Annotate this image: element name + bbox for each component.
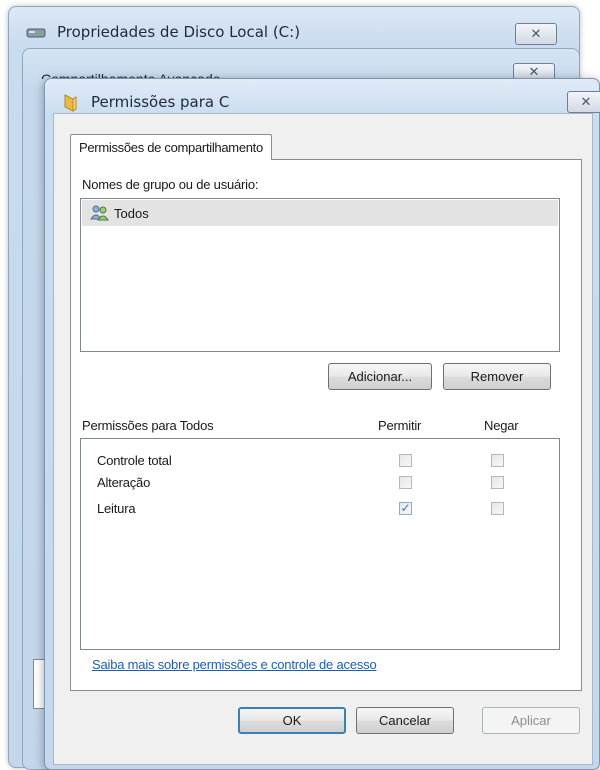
users-icon — [90, 205, 109, 221]
dialog-title: Permissões para C — [91, 93, 230, 111]
group-name: Todos — [114, 205, 149, 221]
disk-properties-title: Propriedades de Disco Local (C:) — [57, 23, 301, 41]
disk-properties-icon — [26, 28, 46, 38]
disk-properties-close-button[interactable]: ✕ — [515, 23, 557, 45]
permissions-dialog: Permissões para C ✕ Permissões de compar… — [44, 78, 600, 770]
deny-checkbox-read[interactable] — [491, 502, 504, 515]
permission-row: Alteração — [81, 471, 559, 495]
remove-button[interactable]: Remover — [443, 363, 551, 390]
permissions-for-label: Permissões para Todos — [82, 418, 214, 433]
allow-checkbox-full-control[interactable] — [399, 454, 412, 467]
folder-icon — [64, 94, 77, 112]
ok-button[interactable]: OK — [238, 707, 346, 734]
cancel-button[interactable]: Cancelar — [356, 707, 454, 734]
close-icon: ✕ — [580, 94, 592, 109]
allow-checkbox-read[interactable]: ✓ — [399, 502, 412, 515]
close-icon: ✕ — [530, 26, 542, 41]
deny-checkbox-full-control[interactable] — [491, 454, 504, 467]
allow-checkbox-change[interactable] — [399, 476, 412, 489]
apply-button[interactable]: Aplicar — [482, 707, 580, 734]
permission-name: Controle total — [97, 453, 172, 468]
deny-checkbox-change[interactable] — [491, 476, 504, 489]
list-item-todos[interactable]: Todos — [82, 200, 558, 226]
checkmark-icon: ✓ — [400, 501, 411, 515]
permission-name: Leitura — [97, 501, 136, 516]
tab-share-permissions[interactable]: Permissões de compartilhamento — [70, 134, 272, 160]
permission-row: Leitura ✓ — [81, 497, 559, 521]
permission-row: Controle total — [81, 449, 559, 473]
permission-name: Alteração — [97, 475, 151, 490]
deny-column-header: Negar — [484, 418, 519, 433]
group-user-list[interactable]: Todos — [80, 198, 560, 352]
group-names-label: Nomes de grupo ou de usuário: — [82, 177, 259, 192]
allow-column-header: Permitir — [378, 418, 422, 433]
permissions-list: Controle total Alteração Leitura ✓ — [80, 438, 560, 650]
dialog-close-button[interactable]: ✕ — [567, 91, 600, 113]
add-button[interactable]: Adicionar... — [328, 363, 432, 390]
dialog-client-area: Permissões de compartilhamento Nomes de … — [53, 113, 593, 765]
learn-more-link[interactable]: Saiba mais sobre permissões e controle d… — [92, 657, 377, 672]
